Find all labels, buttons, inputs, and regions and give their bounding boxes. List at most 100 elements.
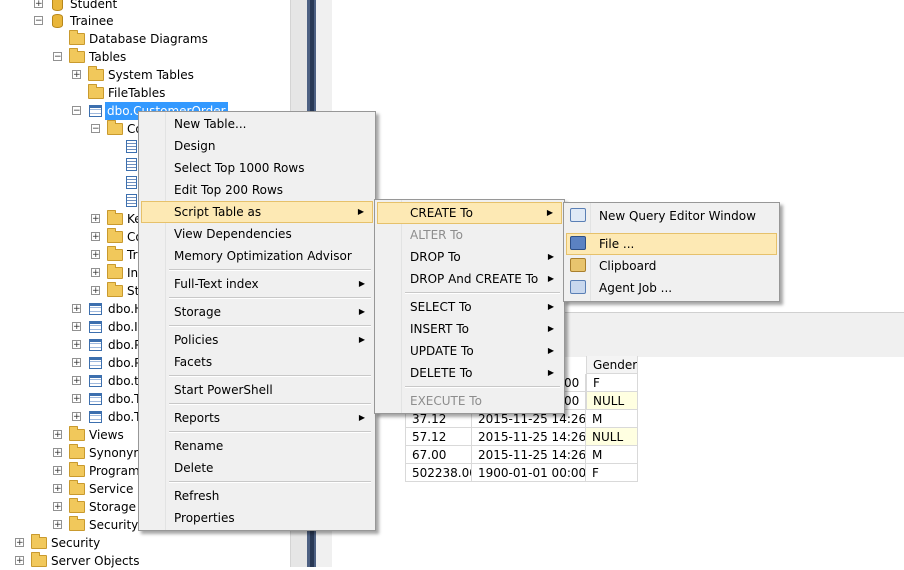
create-to-submenu: New Query Editor Window File ... Clipboa… <box>563 202 780 302</box>
menu-item-storage[interactable]: Storage ▶ <box>141 301 373 323</box>
expand-icon[interactable]: + <box>72 376 81 386</box>
menu-item-full-text-index[interactable]: Full-Text index ▶ <box>141 273 373 295</box>
tree-node-trainee[interactable]: − Trainee <box>0 12 290 30</box>
expand-icon[interactable]: + <box>15 538 24 548</box>
collapse-icon[interactable]: − <box>91 124 100 134</box>
menu-item-create-to[interactable]: CREATE To ▶ <box>377 202 562 224</box>
expand-icon[interactable]: + <box>53 502 62 512</box>
menu-item-label: UPDATE To <box>410 344 474 358</box>
expand-icon[interactable]: + <box>72 304 81 314</box>
menu-item-update-to[interactable]: UPDATE To ▶ <box>377 340 562 362</box>
agent-job-icon <box>570 280 586 294</box>
tree-node-label: Storage <box>89 500 136 514</box>
menu-item-policies[interactable]: Policies ▶ <box>141 329 373 351</box>
tree-node-filetables[interactable]: FileTables <box>0 84 290 102</box>
clipboard-icon <box>570 258 586 272</box>
tree-node-label: Tables <box>89 50 127 64</box>
menu-item-facets[interactable]: Facets <box>141 351 373 373</box>
tree-node-system-tables[interactable]: + System Tables <box>0 66 290 84</box>
expand-icon[interactable]: + <box>91 214 100 224</box>
menu-item-reports[interactable]: Reports ▶ <box>141 407 373 429</box>
expand-icon[interactable]: + <box>91 268 100 278</box>
menu-item-view-dependencies[interactable]: View Dependencies <box>141 223 373 245</box>
tree-node-server-objects[interactable]: + Server Objects <box>0 552 290 570</box>
column-icon <box>126 194 137 207</box>
folder-icon <box>31 534 47 549</box>
menu-item-design[interactable]: Design <box>141 135 373 157</box>
menu-item-refresh[interactable]: Refresh <box>141 485 373 507</box>
grid-header-gender[interactable]: Gender <box>586 356 638 374</box>
tree-node-server-security[interactable]: + Security <box>0 534 290 552</box>
expand-icon[interactable]: + <box>53 466 62 476</box>
grid-cell[interactable]: F <box>586 464 638 482</box>
menu-item-file[interactable]: File ... <box>566 233 777 255</box>
expand-icon[interactable]: + <box>53 430 62 440</box>
expand-icon[interactable]: + <box>15 556 24 566</box>
grid-cell[interactable]: 2015-11-25 14:26:00 <box>472 428 586 446</box>
menu-separator <box>169 269 371 271</box>
menu-item-memory-optimization[interactable]: Memory Optimization Advisor <box>141 245 373 267</box>
grid-cell[interactable]: 502238.00 <box>405 464 472 482</box>
expand-icon[interactable]: + <box>53 520 62 530</box>
collapse-icon[interactable]: − <box>53 52 62 62</box>
tree-node-label: Server Objects <box>51 554 140 568</box>
table-icon <box>89 105 102 117</box>
menu-item-clipboard[interactable]: Clipboard <box>566 255 777 277</box>
expand-icon[interactable]: + <box>91 250 100 260</box>
tree-node-label: dbo.P <box>108 338 142 352</box>
folder-icon <box>69 516 85 531</box>
menu-item-new-query-editor-window[interactable]: New Query Editor Window <box>566 205 777 227</box>
expand-icon[interactable]: + <box>72 412 81 422</box>
query-window-icon <box>570 208 586 222</box>
menu-item-delete[interactable]: Delete <box>141 457 373 479</box>
grid-cell[interactable]: NULL <box>586 392 638 410</box>
menu-item-drop-and-create-to[interactable]: DROP And CREATE To ▶ <box>377 268 562 290</box>
menu-item-insert-to[interactable]: INSERT To ▶ <box>377 318 562 340</box>
menu-item-label: Clipboard <box>599 259 657 273</box>
expand-icon[interactable]: + <box>91 232 100 242</box>
tree-node-label: Database Diagrams <box>89 32 208 46</box>
grid-cell[interactable]: F <box>586 374 638 392</box>
menu-separator <box>169 375 371 377</box>
collapse-icon[interactable]: − <box>72 106 81 116</box>
expand-icon[interactable]: + <box>72 70 81 80</box>
menu-item-select-to[interactable]: SELECT To ▶ <box>377 296 562 318</box>
menu-item-new-table[interactable]: New Table... <box>141 113 373 135</box>
tree-node-label: Tr <box>127 248 138 262</box>
grid-cell[interactable]: M <box>586 446 638 464</box>
menu-item-drop-to[interactable]: DROP To ▶ <box>377 246 562 268</box>
menu-item-execute-to: EXECUTE To <box>410 394 482 408</box>
menu-item-agent-job[interactable]: Agent Job ... <box>566 277 777 299</box>
menu-item-select-top-1000[interactable]: Select Top 1000 Rows <box>141 157 373 179</box>
tree-node-label: dbo.T <box>108 392 142 406</box>
menu-item-delete-to[interactable]: DELETE To ▶ <box>377 362 562 384</box>
table-icon <box>89 411 102 423</box>
expand-icon[interactable]: + <box>53 448 62 458</box>
grid-cell[interactable]: NULL <box>586 428 638 446</box>
expand-icon[interactable]: + <box>34 0 43 9</box>
grid-cell[interactable]: 1900-01-01 00:00:00 <box>472 464 586 482</box>
grid-cell[interactable]: 67.00 <box>405 446 472 464</box>
menu-item-rename[interactable]: Rename <box>141 435 373 457</box>
tree-node-tables[interactable]: − Tables <box>0 48 290 66</box>
tree-node-label: In <box>127 266 139 280</box>
expand-icon[interactable]: + <box>72 394 81 404</box>
menu-item-properties[interactable]: Properties <box>141 507 373 529</box>
database-icon <box>52 0 63 11</box>
tree-node-database-diagrams[interactable]: Database Diagrams <box>0 30 290 48</box>
collapse-icon[interactable]: − <box>34 16 43 26</box>
expand-icon[interactable]: + <box>53 484 62 494</box>
menu-item-label: Policies <box>174 333 219 347</box>
expand-icon[interactable]: + <box>72 322 81 332</box>
folder-icon <box>107 228 123 243</box>
expand-icon[interactable]: + <box>72 358 81 368</box>
grid-cell[interactable]: 57.12 <box>405 428 472 446</box>
expand-icon[interactable]: + <box>91 286 100 296</box>
menu-item-start-powershell[interactable]: Start PowerShell <box>141 379 373 401</box>
menu-item-script-table-as[interactable]: Script Table as ▶ <box>141 201 373 223</box>
menu-item-label: Reports <box>174 411 221 425</box>
expand-icon[interactable]: + <box>72 340 81 350</box>
grid-cell[interactable]: M <box>586 410 638 428</box>
grid-cell[interactable]: 2015-11-25 14:26:00 <box>472 446 586 464</box>
menu-item-edit-top-200[interactable]: Edit Top 200 Rows <box>141 179 373 201</box>
